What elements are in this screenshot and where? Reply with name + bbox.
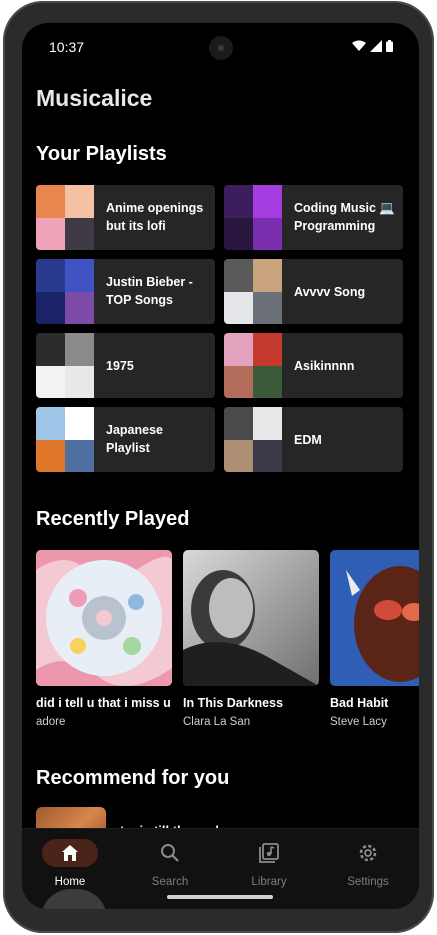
playlist-name: Justin Bieber - TOP Songs bbox=[106, 275, 193, 307]
home-indicator[interactable] bbox=[167, 895, 273, 899]
cover-tile bbox=[65, 365, 94, 398]
cover-tile bbox=[65, 333, 94, 366]
album-cover bbox=[183, 550, 319, 686]
cover-tile bbox=[36, 407, 65, 440]
gear-icon bbox=[359, 844, 377, 862]
cover-tile bbox=[65, 291, 94, 324]
nav-home-pill bbox=[42, 839, 98, 867]
recent-item[interactable]: did i tell u that i miss u adore bbox=[36, 550, 172, 728]
cover-tile bbox=[36, 333, 65, 366]
playlist-name: EDM bbox=[294, 433, 322, 447]
cover-tile bbox=[224, 333, 253, 366]
nav-settings-label: Settings bbox=[347, 876, 389, 888]
cover-tile bbox=[253, 407, 282, 440]
album-cover bbox=[36, 550, 172, 686]
cover-tile bbox=[224, 365, 253, 398]
nav-library-pill bbox=[241, 839, 297, 867]
cover-tile bbox=[253, 333, 282, 366]
wifi-icon bbox=[352, 40, 366, 52]
playlist-cover bbox=[36, 259, 94, 324]
playlist-cover bbox=[224, 407, 282, 472]
track-title: In This Darkness bbox=[183, 696, 284, 710]
cover-tile bbox=[224, 259, 253, 292]
app-screen: 10:37 Musicalice Your Playlists Anime op… bbox=[22, 23, 419, 909]
status-bar: 10:37 bbox=[22, 23, 419, 69]
playlist-card[interactable]: Anime openings but its lofi bbox=[36, 185, 215, 250]
cover-tile bbox=[224, 291, 253, 324]
cover-tile bbox=[65, 259, 94, 292]
cover-tile bbox=[36, 365, 65, 398]
playlist-name: Avvvv Song bbox=[294, 285, 366, 299]
playlist-name: Anime openings but its lofi bbox=[106, 201, 204, 233]
nav-settings[interactable]: Settings bbox=[328, 839, 408, 888]
app-title: Musicalice bbox=[36, 85, 153, 111]
nav-library-label: Library bbox=[251, 876, 287, 888]
playlist-card[interactable]: Justin Bieber - TOP Songs bbox=[36, 259, 215, 324]
nav-home[interactable]: Home bbox=[30, 839, 110, 888]
phone-frame: 10:37 Musicalice Your Playlists Anime op… bbox=[3, 1, 434, 933]
playlist-card[interactable]: 1975 bbox=[36, 333, 215, 398]
playlist-card[interactable]: Asikinnnn bbox=[224, 333, 403, 398]
playlist-cover bbox=[224, 259, 282, 324]
recent-item[interactable]: Bad Habit Steve Lacy bbox=[330, 550, 419, 728]
playlist-card[interactable]: Coding Music 💻 Programming bbox=[224, 185, 403, 250]
cover-tile bbox=[65, 217, 94, 250]
track-artist: adore bbox=[36, 716, 66, 728]
recently-played-heading: Recently Played bbox=[36, 508, 190, 530]
front-camera bbox=[209, 36, 233, 60]
cover-tile bbox=[224, 185, 253, 218]
track-title: did i tell u that i miss u bbox=[36, 696, 171, 710]
playlist-card[interactable]: Avvvv Song bbox=[224, 259, 403, 324]
recently-played-row[interactable]: did i tell u that i miss u adore In This… bbox=[36, 550, 419, 740]
playlist-cover bbox=[36, 407, 94, 472]
recommend-heading: Recommend for you bbox=[36, 767, 230, 789]
search-icon bbox=[161, 844, 179, 862]
nav-search[interactable]: Search bbox=[130, 839, 210, 888]
status-icons bbox=[352, 40, 393, 52]
library-icon bbox=[259, 843, 279, 863]
cover-tile bbox=[253, 185, 282, 218]
playlist-cover bbox=[36, 185, 94, 250]
nav-home-label: Home bbox=[54, 876, 86, 888]
playlist-name: Coding Music 💻 Programming bbox=[294, 201, 395, 233]
cover-tile bbox=[65, 407, 94, 440]
album-cover bbox=[330, 550, 419, 686]
playlists-heading: Your Playlists bbox=[36, 143, 167, 165]
cover-tile bbox=[65, 185, 94, 218]
playlist-card[interactable]: Japanese Playlist bbox=[36, 407, 215, 472]
playlist-name: Japanese Playlist bbox=[106, 423, 163, 455]
battery-icon bbox=[386, 40, 393, 52]
track-artist: Steve Lacy bbox=[330, 716, 387, 728]
playlist-name: 1975 bbox=[106, 359, 134, 373]
cover-tile bbox=[224, 407, 253, 440]
nav-search-pill bbox=[142, 839, 198, 867]
cover-tile bbox=[253, 217, 282, 250]
playlist-cover bbox=[224, 333, 282, 398]
cover-tile bbox=[253, 365, 282, 398]
cover-tile bbox=[36, 185, 65, 218]
cover-tile bbox=[36, 259, 65, 292]
home-icon bbox=[62, 845, 78, 861]
cover-tile bbox=[253, 259, 282, 292]
cover-tile bbox=[36, 291, 65, 324]
cover-tile bbox=[224, 439, 253, 472]
nav-settings-pill bbox=[340, 839, 396, 867]
cover-tile bbox=[65, 439, 94, 472]
playlist-cover bbox=[224, 185, 282, 250]
cover-tile bbox=[224, 217, 253, 250]
signal-icon bbox=[370, 40, 382, 52]
track-title: Bad Habit bbox=[330, 696, 389, 710]
nav-search-label: Search bbox=[151, 876, 189, 888]
track-artist: Clara La San bbox=[183, 716, 251, 728]
nav-library[interactable]: Library bbox=[229, 839, 309, 888]
status-time: 10:37 bbox=[49, 39, 85, 55]
playlist-name: Asikinnnn bbox=[294, 359, 355, 373]
cover-tile bbox=[253, 439, 282, 472]
recent-item[interactable]: In This Darkness Clara La San bbox=[183, 550, 319, 728]
cover-tile bbox=[36, 217, 65, 250]
playlist-cover bbox=[36, 333, 94, 398]
cover-tile bbox=[253, 291, 282, 324]
playlist-card[interactable]: EDM bbox=[224, 407, 403, 472]
cover-tile bbox=[36, 439, 65, 472]
